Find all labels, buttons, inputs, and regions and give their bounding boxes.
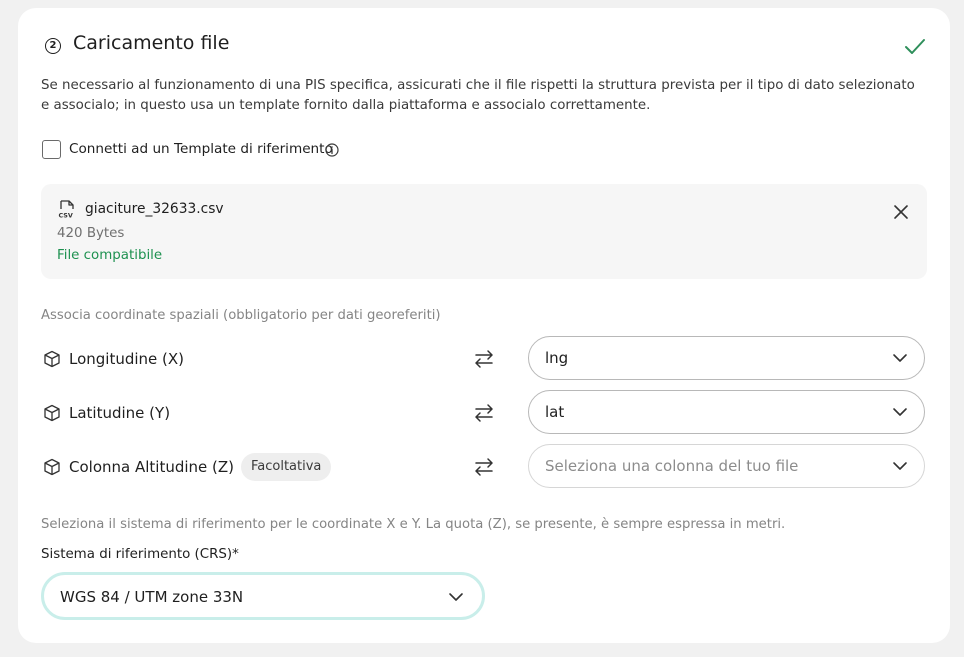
cube-icon [44, 458, 60, 476]
swap-icon[interactable] [473, 456, 495, 478]
csv-file-icon: CSV [59, 200, 74, 220]
step-title: Caricamento file [73, 32, 230, 54]
longitude-column-select[interactable]: lng [528, 336, 925, 380]
crs-select[interactable]: WGS 84 / UTM zone 33N [41, 572, 485, 620]
step-description: Se necessario al funzionamento di una PI… [41, 78, 915, 113]
crs-select-value: WGS 84 / UTM zone 33N [60, 588, 244, 606]
chevron-down-icon [449, 593, 463, 601]
chevron-down-icon [893, 462, 907, 470]
file-status: File compatibile [57, 248, 163, 263]
uploaded-file-panel [41, 184, 927, 279]
check-icon [905, 39, 925, 54]
coordinates-section-label: Associa coordinate spaziali (obbligatori… [41, 308, 441, 323]
longitude-label: Longitudine (X) [69, 350, 185, 368]
crs-description: Seleziona il sistema di riferimento per … [41, 517, 786, 532]
altitude-column-select[interactable]: Seleziona una colonna del tuo file [528, 444, 925, 488]
cube-icon [44, 350, 60, 368]
cube-icon [44, 404, 60, 422]
altitude-label: Colonna Altitudine (Z) [69, 458, 235, 476]
step-number-badge: 2 [45, 38, 61, 54]
latitude-select-value: lat [545, 403, 565, 421]
template-checkbox-label[interactable]: Connetti ad un Template di riferimento [69, 141, 333, 157]
swap-icon[interactable] [473, 402, 495, 424]
altitude-select-placeholder: Seleziona una colonna del tuo file [545, 457, 799, 475]
latitude-column-select[interactable]: lat [528, 390, 925, 434]
close-icon[interactable] [890, 201, 912, 223]
info-icon[interactable] [325, 143, 339, 157]
optional-badge: Facoltativa [241, 453, 332, 481]
swap-icon[interactable] [473, 348, 495, 370]
template-checkbox[interactable] [42, 140, 61, 159]
chevron-down-icon [893, 408, 907, 416]
svg-text:CSV: CSV [59, 212, 73, 220]
upload-step-card: 2 Caricamento file Se necessario al funz… [18, 8, 950, 643]
latitude-label: Latitudine (Y) [69, 404, 171, 422]
file-size: 420 Bytes [57, 226, 125, 241]
crs-label: Sistema di riferimento (CRS)* [41, 547, 239, 562]
longitude-select-value: lng [545, 349, 569, 367]
chevron-down-icon [893, 354, 907, 362]
file-name: giaciture_32633.csv [85, 201, 224, 217]
